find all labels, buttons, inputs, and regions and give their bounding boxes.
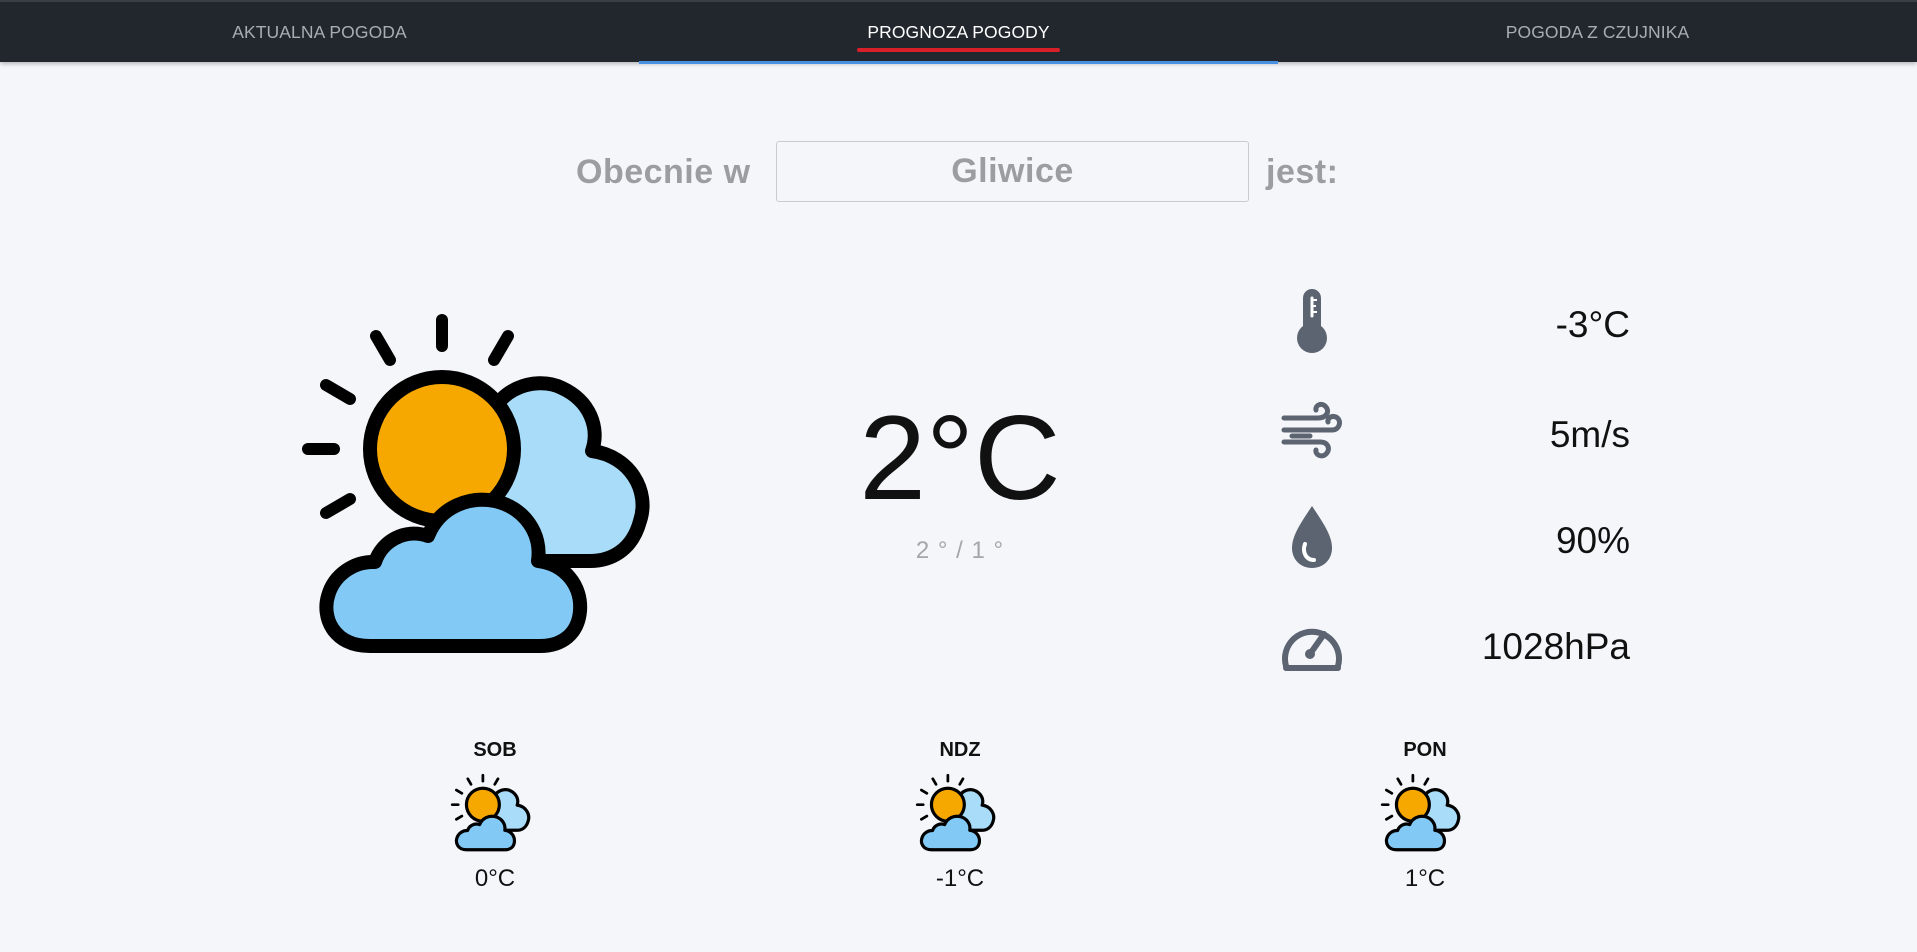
pressure-value: 1028hPa <box>1481 626 1630 667</box>
forecast-day-ndz: NDZ -1°C <box>880 736 1040 916</box>
partly-cloudy-icon <box>300 306 690 656</box>
stat-wind: 5m/s <box>1280 396 1630 466</box>
forecast-day-label: PON <box>1403 739 1447 761</box>
humidity-drop-icon <box>1292 506 1332 568</box>
partly-cloudy-icon <box>1380 772 1470 852</box>
top-navigation: AKTUALNA POGODA PROGNOZA POGODY POGODA Z… <box>0 0 1917 64</box>
tab-label: AKTUALNA POGODA <box>232 22 407 42</box>
partly-cloudy-icon <box>915 772 1005 852</box>
current-temperature: 2°C <box>859 391 1061 525</box>
forecast-day-pon: PON 1°C <box>1345 736 1505 916</box>
search-prefix-label: Obecnie w <box>576 153 751 191</box>
partly-cloudy-icon <box>450 772 540 852</box>
tab-prognoza-pogody[interactable]: PROGNOZA POGODY <box>639 2 1278 64</box>
city-search-row: Obecnie w jest: <box>0 141 1917 203</box>
city-input[interactable] <box>776 141 1249 202</box>
temperature-range: 2 ° / 1 ° <box>915 537 1005 564</box>
stat-pressure: 1028hPa <box>1280 608 1630 678</box>
tab-pogoda-z-czujnika[interactable]: POGODA Z CZUJNIKA <box>1278 2 1917 62</box>
forecast-day-label: SOB <box>473 739 517 761</box>
wind-icon <box>1281 401 1342 459</box>
forecast-temperature: 0°C <box>474 865 516 892</box>
thermometer-icon <box>1297 289 1327 353</box>
tab-label: PROGNOZA POGODY <box>857 22 1061 52</box>
feels-like-value: -3°C <box>1555 304 1630 345</box>
tab-label: POGODA Z CZUJNIKA <box>1505 22 1690 42</box>
forecast-temperature: -1°C <box>935 865 985 892</box>
search-suffix-label: jest: <box>1266 153 1339 191</box>
tab-aktualna-pogoda[interactable]: AKTUALNA POGODA <box>0 2 639 62</box>
pressure-gauge-icon <box>1282 628 1342 671</box>
forecast-temperature: 1°C <box>1404 865 1446 892</box>
stat-feels-like: -3°C <box>1280 286 1630 356</box>
forecast-day-label: NDZ <box>939 739 981 761</box>
forecast-day-sob: SOB 0°C <box>415 736 575 916</box>
wind-value: 5m/s <box>1549 414 1630 455</box>
stat-humidity: 90% <box>1280 502 1630 572</box>
humidity-value: 90% <box>1555 520 1630 561</box>
